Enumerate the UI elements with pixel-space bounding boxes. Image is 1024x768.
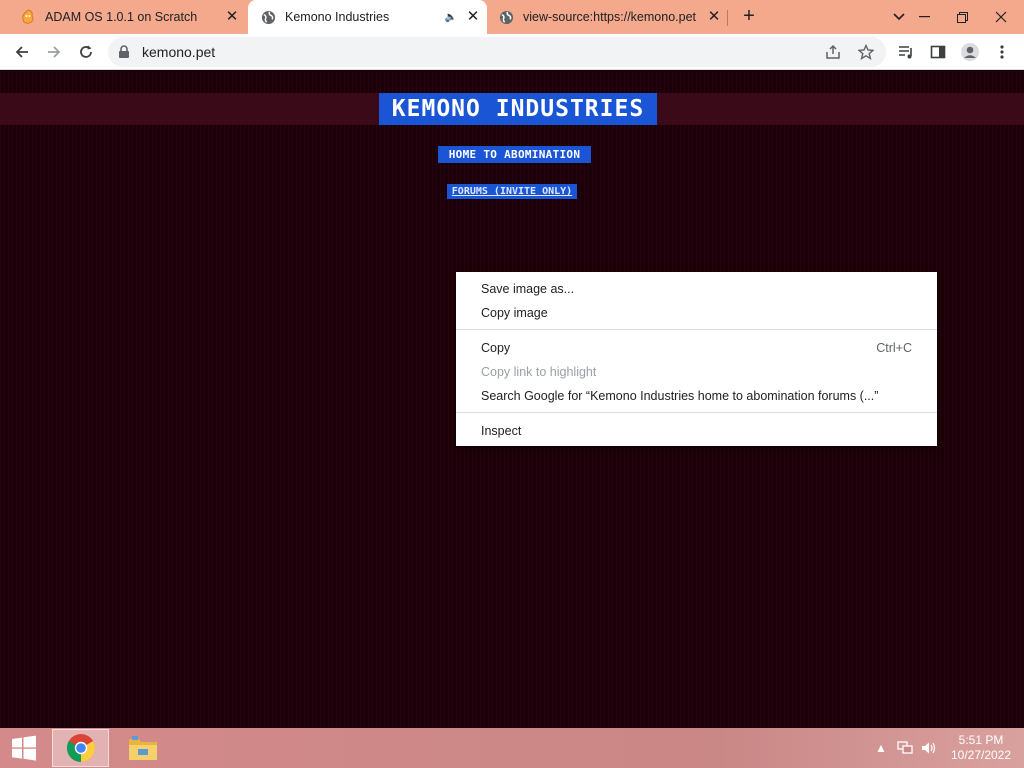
close-window-button[interactable] xyxy=(984,0,1018,34)
menu-item-label: Search Google for “Kemono Industries hom… xyxy=(481,389,879,403)
menu-item-copy[interactable]: Copy Ctrl+C xyxy=(456,336,937,360)
menu-item-label: Copy link to highlight xyxy=(481,365,597,379)
close-tab-icon[interactable]: ✕ xyxy=(706,9,722,25)
reload-button[interactable] xyxy=(72,38,100,66)
chrome-icon xyxy=(66,734,95,762)
menu-item-label: Inspect xyxy=(481,424,522,438)
globe-icon xyxy=(498,9,514,25)
bookmark-star-icon[interactable] xyxy=(852,38,880,66)
speaker-audio-icon[interactable]: 🔈 xyxy=(445,12,457,23)
lock-icon[interactable] xyxy=(118,45,132,59)
menu-item-copy-link-to-highlight: Copy link to highlight xyxy=(456,360,937,384)
tab-title: view-source:https://kemono.pet xyxy=(523,10,696,24)
show-hidden-icons-chevron-icon[interactable]: ▲ xyxy=(874,728,888,768)
tab-title: ADAM OS 1.0.1 on Scratch xyxy=(45,10,198,24)
tab-title: Kemono Industries xyxy=(285,10,390,24)
restore-button[interactable] xyxy=(945,0,979,34)
menu-separator xyxy=(456,329,937,330)
windows-logo-icon xyxy=(12,735,36,761)
windows-start-button[interactable] xyxy=(0,728,48,768)
share-icon[interactable] xyxy=(819,38,847,66)
tab-strip: ADAM OS 1.0.1 on Scratch ✕ Kemono Indust… xyxy=(0,0,1024,34)
page-title: KEMONO INDUSTRIES xyxy=(379,93,657,125)
system-clock[interactable]: 5:51 PM 10/27/2022 xyxy=(944,733,1018,763)
menu-item-save-image[interactable]: Save image as... xyxy=(456,277,937,301)
close-tab-icon[interactable]: ✕ xyxy=(465,9,481,25)
back-button[interactable] xyxy=(8,38,36,66)
scratch-favicon-icon xyxy=(20,9,36,25)
volume-icon[interactable] xyxy=(918,728,940,768)
tagline: HOME TO ABOMINATION xyxy=(438,146,591,163)
new-tab-button[interactable]: + xyxy=(737,5,761,29)
tab-separator xyxy=(727,10,728,26)
globe-icon xyxy=(260,9,276,25)
browser-toolbar: kemono.pet xyxy=(0,34,1024,70)
network-icon[interactable] xyxy=(894,728,916,768)
clock-date: 10/27/2022 xyxy=(950,748,1012,762)
profile-avatar-icon[interactable] xyxy=(956,38,984,66)
menu-item-search-google[interactable]: Search Google for “Kemono Industries hom… xyxy=(456,384,937,408)
menu-item-copy-image[interactable]: Copy image xyxy=(456,301,937,325)
forward-button[interactable] xyxy=(40,38,68,66)
side-panel-icon[interactable] xyxy=(924,38,952,66)
menu-item-label: Copy image xyxy=(481,306,548,320)
taskbar-file-explorer[interactable] xyxy=(114,729,171,767)
taskbar-chrome[interactable] xyxy=(52,729,109,767)
tab-view-source[interactable]: view-source:https://kemono.pet ✕ xyxy=(488,0,728,34)
tab-adam-os[interactable]: ADAM OS 1.0.1 on Scratch ✕ xyxy=(0,0,246,34)
menu-separator xyxy=(456,412,937,413)
address-bar[interactable]: kemono.pet xyxy=(108,37,886,67)
tab-kemono-industries[interactable]: Kemono Industries 🔈 ✕ xyxy=(248,0,487,34)
url-text: kemono.pet xyxy=(142,44,216,60)
menu-item-inspect[interactable]: Inspect xyxy=(456,419,937,443)
file-explorer-icon xyxy=(128,736,157,760)
menu-item-label: Save image as... xyxy=(481,282,575,296)
media-control-icon[interactable] xyxy=(892,38,920,66)
clock-time: 5:51 PM xyxy=(958,733,1004,747)
menu-item-shortcut: Ctrl+C xyxy=(876,341,912,355)
minimize-button[interactable] xyxy=(907,0,941,34)
menu-item-label: Copy xyxy=(481,341,511,355)
kebab-menu-icon[interactable] xyxy=(988,38,1016,66)
windows-taskbar: ▲ 5:51 PM 10/27/2022 xyxy=(0,728,1024,768)
close-tab-icon[interactable]: ✕ xyxy=(224,9,240,25)
forums-link[interactable]: FORUMS (INVITE ONLY) xyxy=(447,184,577,199)
context-menu: Save image as... Copy image Copy Ctrl+C … xyxy=(456,272,937,446)
